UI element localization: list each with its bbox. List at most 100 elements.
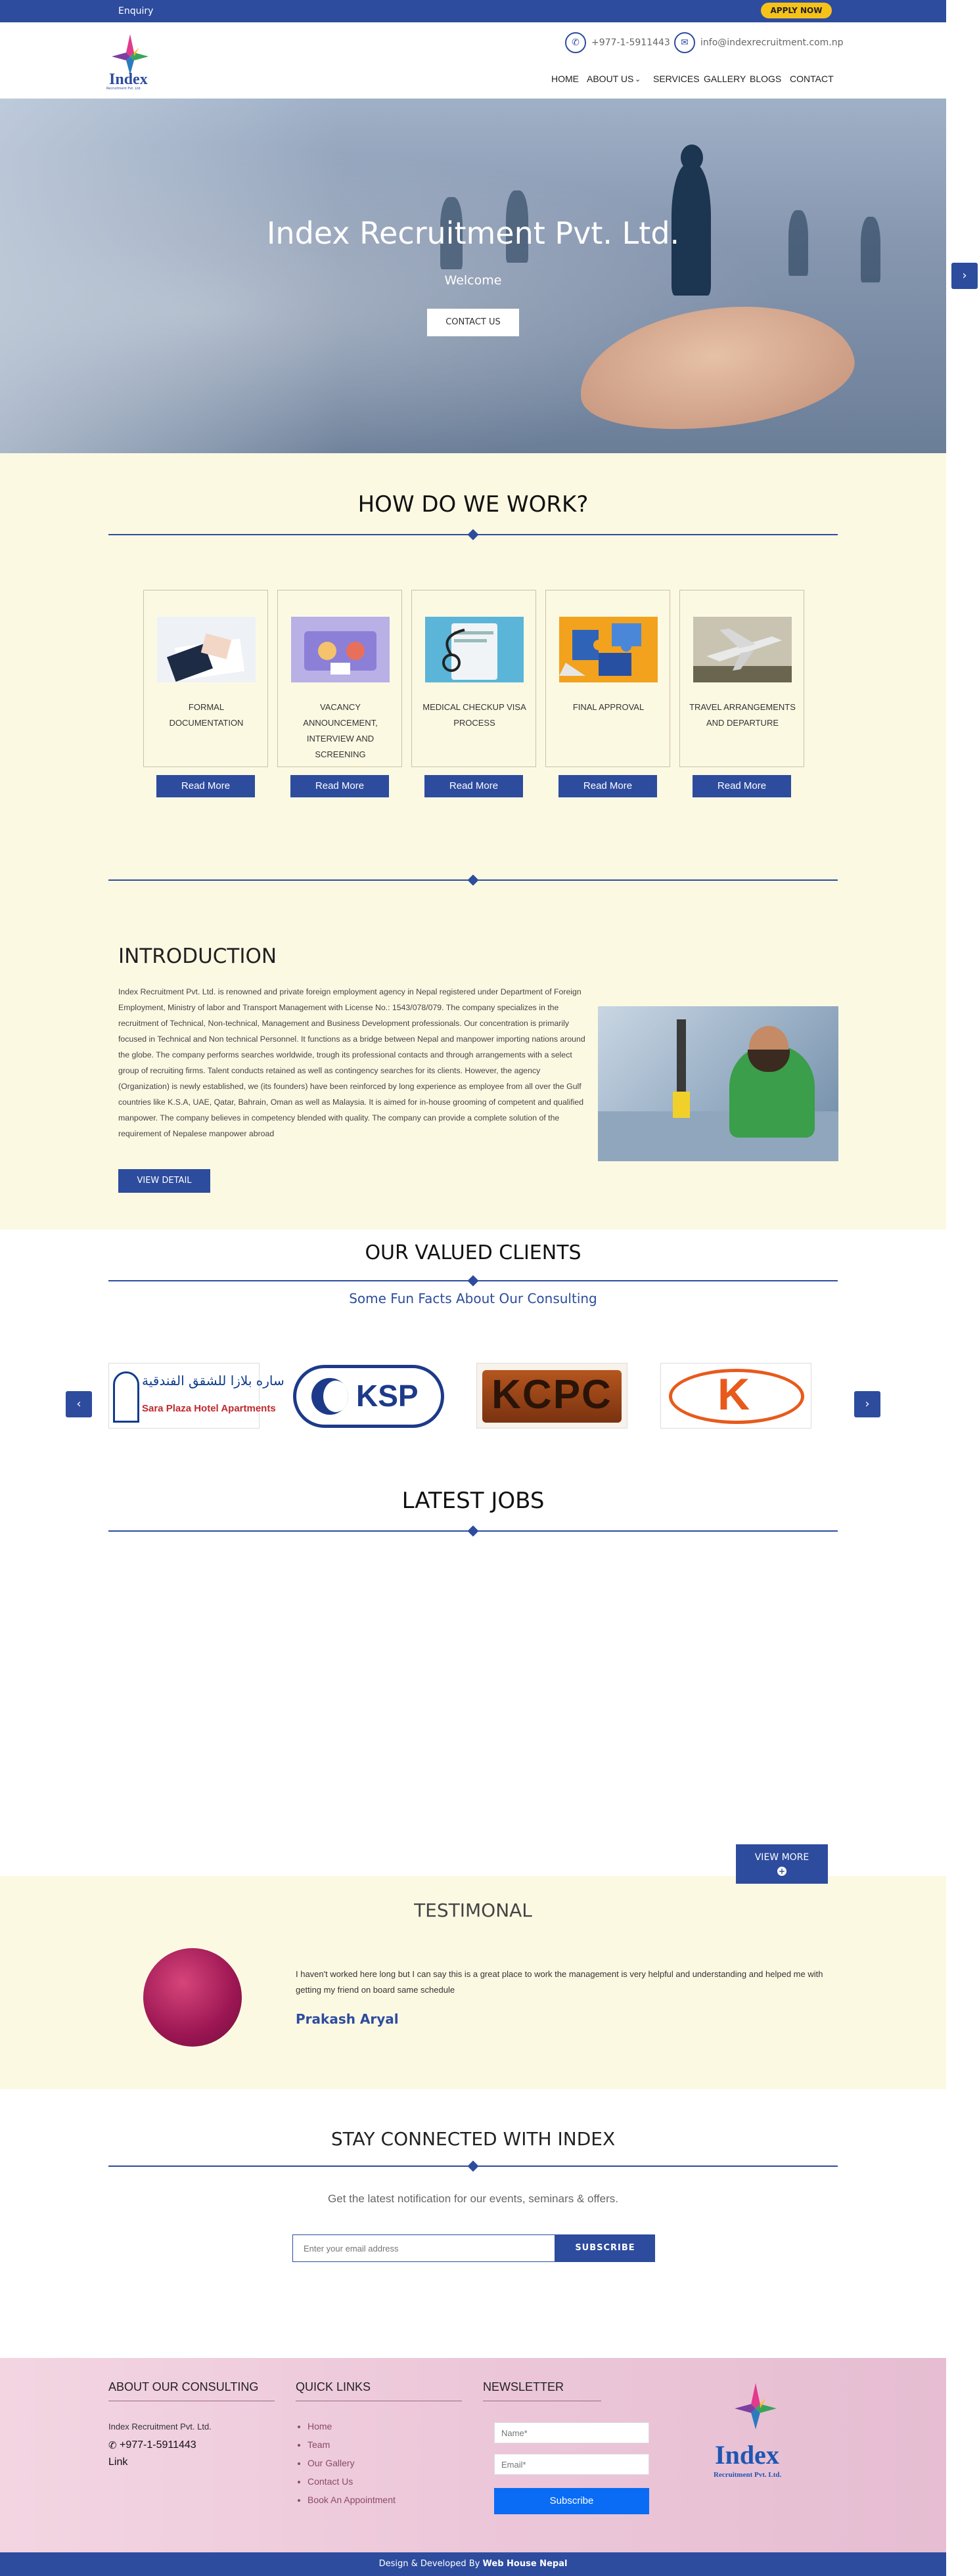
clients-title: OUR VALUED CLIENTS: [365, 1241, 581, 1264]
latest-jobs-title: LATEST JOBS: [401, 1488, 545, 1514]
client-name: KSP: [356, 1379, 419, 1413]
client-logo-k[interactable]: K: [660, 1363, 811, 1429]
documents-icon: [157, 617, 256, 682]
site-logo[interactable]: Index Recruitment Pvt. Ltd.: [105, 33, 155, 91]
credit-prefix: Design & Developed By: [378, 2559, 483, 2569]
work-step-label: FORMAL DOCUMENTATION: [169, 702, 244, 728]
footer-quick-link[interactable]: Home: [307, 2421, 396, 2432]
client-arabic-name: ساره بلازا للشقق الفندقية: [142, 1373, 285, 1388]
nav-contact[interactable]: CONTACT: [790, 74, 834, 84]
footer-logo-star-icon: [735, 2383, 777, 2430]
client-logo-kcpc[interactable]: KCPC: [476, 1363, 627, 1429]
intro-title: INTRODUCTION: [118, 944, 277, 968]
credit-developer[interactable]: Web House Nepal: [483, 2559, 568, 2569]
logo-text: Index: [109, 71, 148, 88]
enquiry-link[interactable]: Enquiry: [118, 6, 153, 16]
phone-icon: ✆: [565, 32, 586, 53]
work-step-card: VACANCY ANNOUNCEMENT, INTERVIEW AND SCRE…: [277, 590, 402, 767]
hero-next-arrow-icon[interactable]: ›: [951, 263, 978, 289]
footer-company: Index Recruitment Pvt. Ltd.: [108, 2422, 212, 2432]
airplane-icon: [693, 617, 792, 682]
site-header: Index Recruitment Pvt. Ltd. ✆ +977-1-591…: [0, 22, 946, 99]
header-email[interactable]: info@indexrecruitment.com.np: [700, 37, 844, 48]
footer-phone[interactable]: +977-1-5911443: [120, 2439, 196, 2451]
read-more-button[interactable]: Read More: [424, 775, 523, 797]
stethoscope-icon: [425, 617, 524, 682]
work-step-label: TRAVEL ARRANGEMENTS AND DEPARTURE: [689, 702, 796, 728]
nav-home[interactable]: HOME: [551, 74, 579, 84]
contact-us-button[interactable]: CONTACT US: [427, 309, 519, 336]
clients-prev-arrow-icon[interactable]: ‹: [66, 1391, 92, 1417]
work-step-card: FINAL APPROVAL: [545, 590, 670, 767]
footer-quick-link[interactable]: Book An Appointment: [307, 2495, 396, 2505]
work-step-card: FORMAL DOCUMENTATION: [143, 590, 268, 767]
bottom-bar: Design & Developed By Web House Nepal: [0, 2552, 946, 2576]
footer-name-input[interactable]: [494, 2422, 649, 2443]
hero-title: Index Recruitment Pvt. Ltd.: [266, 215, 680, 251]
footer-quick-link[interactable]: Team: [307, 2439, 396, 2450]
testimonial-author: Prakash Aryal: [296, 2011, 399, 2027]
puzzle-icon: [559, 617, 658, 682]
footer-logo[interactable]: Index Recruitment Pvt. Ltd.: [710, 2382, 802, 2506]
footer-subscribe-button[interactable]: Subscribe: [494, 2488, 649, 2514]
testimonial-quote: I haven't worked here long but I can say…: [296, 1969, 823, 1995]
footer-email-input[interactable]: [494, 2454, 649, 2475]
clients-subtitle: Some Fun Facts About Our Consulting: [349, 1291, 597, 1306]
footer-newsletter-title: NEWSLETTER: [483, 2380, 564, 2393]
jobs-list: [108, 1550, 838, 1839]
intro-text: Index Recruitment Pvt. Ltd. is renowned …: [118, 987, 585, 1138]
envelope-icon: ✉: [674, 32, 695, 53]
footer-logo-text: Index: [715, 2440, 779, 2470]
work-step-card: MEDICAL CHECKUP VISA PROCESS: [411, 590, 536, 767]
footer-quick-links-title: QUICK LINKS: [296, 2380, 371, 2393]
interview-icon: [291, 617, 390, 682]
divider-diamond-icon: [467, 2160, 479, 2172]
header-phone[interactable]: +977-1-5911443: [591, 37, 670, 48]
client-logo-sara-plaza[interactable]: ساره بلازا للشقق الفندقية Sara Plaza Hot…: [108, 1363, 285, 1429]
work-step-card: TRAVEL ARRANGEMENTS AND DEPARTURE: [679, 590, 804, 767]
logo-subtext: Recruitment Pvt. Ltd.: [106, 87, 141, 91]
footer-quick-links: Home Team Our Gallery Contact Us Book An App…: [307, 2421, 396, 2513]
view-more-button[interactable]: VIEW MORE +: [736, 1844, 828, 1884]
testimonial-title: TESTIMONAL: [414, 1899, 532, 1921]
nav-services[interactable]: SERVICES: [653, 74, 700, 84]
read-more-button[interactable]: Read More: [558, 775, 657, 797]
footer-phone-icon: ✆: [108, 2439, 117, 2451]
nav-gallery[interactable]: GALLERY: [704, 74, 746, 84]
apply-now-button[interactable]: APPLY NOW: [761, 3, 832, 18]
client-name: Sara Plaza Hotel Apartments: [142, 1403, 276, 1414]
chevron-down-icon: ⌄: [635, 76, 641, 83]
newsletter-email-input[interactable]: [292, 2234, 555, 2262]
footer-link[interactable]: Link: [108, 2456, 127, 2468]
work-step-label: MEDICAL CHECKUP VISA PROCESS: [422, 702, 526, 728]
newsletter-title: STAY CONNECTED WITH INDEX: [330, 2128, 616, 2150]
subscribe-button[interactable]: SUBSCRIBE: [555, 2234, 655, 2262]
divider-diamond-icon: [467, 1525, 479, 1537]
client-logo-ksp[interactable]: KSP: [292, 1363, 444, 1429]
footer-quick-link[interactable]: Contact Us: [307, 2476, 396, 2487]
hero-person-head: [681, 144, 703, 171]
read-more-button[interactable]: Read More: [156, 775, 255, 797]
work-step-label: VACANCY ANNOUNCEMENT, INTERVIEW AND SCRE…: [303, 702, 378, 759]
read-more-button[interactable]: Read More: [693, 775, 791, 797]
divider-diamond-icon: [467, 1275, 479, 1287]
nav-blogs[interactable]: BLOGS: [750, 74, 781, 84]
clients-next-arrow-icon[interactable]: ›: [854, 1391, 880, 1417]
footer-logo-subtext: Recruitment Pvt. Ltd.: [714, 2471, 782, 2479]
sara-plaza-arch-icon: [113, 1371, 139, 1423]
intro-worker-photo: [598, 1006, 838, 1161]
nav-about[interactable]: ABOUT US: [587, 74, 633, 84]
view-more-label: VIEW MORE: [754, 1852, 809, 1863]
newsletter-subtitle: Get the latest notification for our even…: [328, 2192, 618, 2205]
work-step-label: FINAL APPROVAL: [572, 702, 645, 712]
footer-about-title: ABOUT OUR CONSULTING: [108, 2380, 259, 2393]
client-name: K: [717, 1369, 750, 1419]
site-footer: ABOUT OUR CONSULTING Index Recruitment P…: [0, 2358, 946, 2552]
testimonial-avatar: [143, 1948, 242, 2047]
read-more-button[interactable]: Read More: [290, 775, 389, 797]
hero-welcome: Welcome: [444, 273, 502, 288]
plus-circle-icon: +: [777, 1867, 786, 1876]
top-bar: Enquiry APPLY NOW: [0, 0, 946, 22]
footer-quick-link[interactable]: Our Gallery: [307, 2458, 396, 2468]
view-detail-button[interactable]: VIEW DETAIL: [118, 1169, 210, 1193]
